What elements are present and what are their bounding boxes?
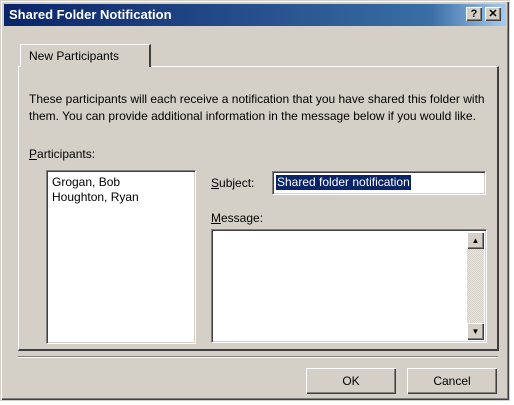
help-button[interactable]: ? <box>466 7 482 21</box>
message-textarea[interactable]: ▲ ▼ <box>211 229 487 343</box>
close-icon: ✕ <box>488 8 498 20</box>
message-label-accelerator: M <box>211 211 221 225</box>
separator <box>18 356 498 358</box>
scroll-up-button[interactable]: ▲ <box>467 232 484 249</box>
participants-list[interactable]: Grogan, Bob Houghton, Ryan <box>46 170 196 344</box>
triangle-down-icon: ▼ <box>471 327 480 336</box>
triangle-up-icon: ▲ <box>471 236 480 245</box>
window-title: Shared Folder Notification <box>9 7 172 22</box>
participants-label-accelerator: P <box>29 147 38 161</box>
tab-new-participants[interactable]: New Participants <box>20 44 151 67</box>
subject-label-accelerator: S <box>211 176 220 190</box>
participants-label-text: articipants: <box>37 147 96 161</box>
scroll-down-button[interactable]: ▼ <box>467 323 484 340</box>
participant-item[interactable]: Grogan, Bob <box>52 175 120 189</box>
message-label-text: essage: <box>221 211 264 225</box>
close-button[interactable]: ✕ <box>485 7 501 21</box>
description-text: These participants will each receive a n… <box>29 92 485 123</box>
tab-label: New Participants <box>29 49 120 63</box>
participants-label: Participants: <box>29 147 95 161</box>
participant-item[interactable]: Houghton, Ryan <box>52 190 139 204</box>
message-scrollbar[interactable]: ▲ ▼ <box>467 232 484 340</box>
subject-label: Subject: <box>211 176 254 190</box>
subject-input[interactable]: Shared folder notification <box>272 171 486 195</box>
cancel-button[interactable]: Cancel <box>407 368 497 394</box>
ok-button[interactable]: OK <box>306 368 396 394</box>
subject-value: Shared folder notification <box>276 175 411 190</box>
help-icon: ? <box>470 8 478 20</box>
message-label: Message: <box>211 211 263 225</box>
title-bar[interactable]: Shared Folder Notification ? ✕ <box>4 4 506 26</box>
subject-label-text: ubject: <box>219 176 255 190</box>
